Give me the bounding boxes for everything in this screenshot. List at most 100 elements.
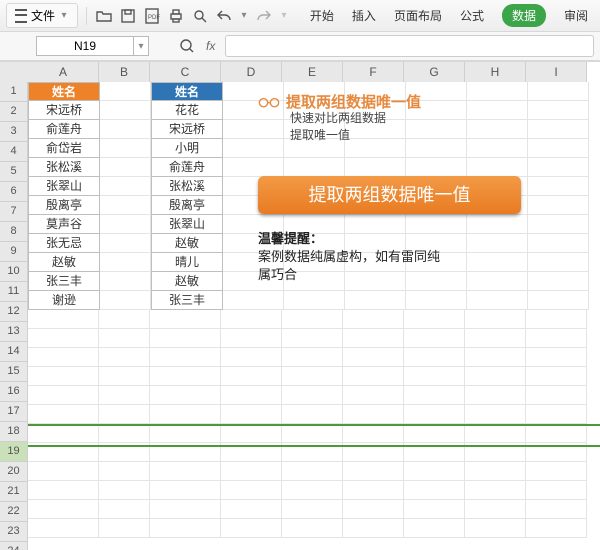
cell[interactable]: [467, 253, 528, 272]
cell[interactable]: [284, 177, 345, 196]
cell[interactable]: [150, 405, 221, 424]
column-header-B[interactable]: B: [99, 62, 150, 83]
cell[interactable]: [404, 386, 465, 405]
row-header[interactable]: 17: [0, 402, 28, 422]
cell[interactable]: [526, 348, 587, 367]
cell[interactable]: [406, 82, 467, 101]
cell[interactable]: [467, 234, 528, 253]
cell[interactable]: [100, 234, 151, 253]
cell[interactable]: [282, 462, 343, 481]
cell[interactable]: [404, 519, 465, 538]
cell[interactable]: [345, 101, 406, 120]
cell[interactable]: [528, 291, 589, 310]
cell[interactable]: [404, 424, 465, 443]
cell[interactable]: [150, 367, 221, 386]
undo-icon[interactable]: [215, 7, 233, 25]
column-header-I[interactable]: I: [526, 62, 587, 83]
cell[interactable]: [282, 367, 343, 386]
row-header[interactable]: 9: [0, 242, 28, 262]
cell[interactable]: [223, 120, 284, 139]
cell[interactable]: [284, 82, 345, 101]
cell[interactable]: [528, 101, 589, 120]
cell[interactable]: [99, 405, 150, 424]
cell[interactable]: 赵敏: [151, 234, 223, 253]
cell[interactable]: [343, 405, 404, 424]
cell[interactable]: [100, 82, 151, 101]
cell[interactable]: [150, 443, 221, 462]
cell[interactable]: [467, 101, 528, 120]
cell[interactable]: [221, 481, 282, 500]
tab-review[interactable]: 审阅: [564, 7, 588, 24]
cell[interactable]: [406, 158, 467, 177]
cell[interactable]: [528, 177, 589, 196]
cell[interactable]: [345, 272, 406, 291]
cell[interactable]: [404, 462, 465, 481]
row-header[interactable]: 4: [0, 142, 28, 162]
cell[interactable]: 张无忌: [28, 234, 100, 253]
cell[interactable]: 殷离亭: [28, 196, 100, 215]
cell[interactable]: [150, 348, 221, 367]
cell[interactable]: [223, 177, 284, 196]
cell[interactable]: 赵敏: [151, 272, 223, 291]
cell[interactable]: [99, 386, 150, 405]
pdf-icon[interactable]: PDF: [143, 7, 161, 25]
cell[interactable]: [223, 253, 284, 272]
cell[interactable]: [221, 462, 282, 481]
cell[interactable]: [150, 329, 221, 348]
column-header-E[interactable]: E: [282, 62, 343, 83]
column-header-D[interactable]: D: [221, 62, 282, 83]
cell[interactable]: [345, 120, 406, 139]
cell[interactable]: [28, 386, 99, 405]
cell[interactable]: [345, 82, 406, 101]
cell[interactable]: [223, 139, 284, 158]
cell[interactable]: [284, 139, 345, 158]
cell[interactable]: [223, 291, 284, 310]
cell[interactable]: [282, 405, 343, 424]
cell[interactable]: [526, 481, 587, 500]
cell[interactable]: [528, 82, 589, 101]
cell[interactable]: [28, 367, 99, 386]
cell[interactable]: [528, 234, 589, 253]
cell[interactable]: [282, 329, 343, 348]
cell[interactable]: [465, 386, 526, 405]
cell[interactable]: [99, 348, 150, 367]
cell[interactable]: [100, 215, 151, 234]
cell[interactable]: [526, 424, 587, 443]
cell[interactable]: [284, 234, 345, 253]
cell[interactable]: [467, 120, 528, 139]
cell[interactable]: [465, 500, 526, 519]
tab-insert[interactable]: 插入: [352, 7, 376, 24]
cell[interactable]: [404, 443, 465, 462]
cell[interactable]: [223, 272, 284, 291]
cell[interactable]: [150, 462, 221, 481]
cell[interactable]: [284, 272, 345, 291]
cell[interactable]: [345, 139, 406, 158]
redo-icon[interactable]: [255, 7, 273, 25]
cell[interactable]: [221, 443, 282, 462]
file-menu-button[interactable]: 文件 ▾: [6, 3, 78, 28]
cell[interactable]: 张翠山: [28, 177, 100, 196]
cell[interactable]: [406, 196, 467, 215]
cell[interactable]: [526, 519, 587, 538]
cell[interactable]: [99, 443, 150, 462]
cell[interactable]: [465, 424, 526, 443]
select-all-corner[interactable]: [0, 62, 29, 83]
name-box-dropdown-icon[interactable]: ▾: [134, 36, 149, 56]
open-icon[interactable]: [95, 7, 113, 25]
cell[interactable]: 姓名: [28, 82, 100, 101]
cell[interactable]: [99, 462, 150, 481]
row-header[interactable]: 8: [0, 222, 28, 242]
cell[interactable]: 殷离亭: [151, 196, 223, 215]
cell[interactable]: [282, 424, 343, 443]
row-header[interactable]: 18: [0, 422, 28, 442]
cell[interactable]: [100, 291, 151, 310]
cell[interactable]: [343, 519, 404, 538]
cell[interactable]: [100, 101, 151, 120]
cell[interactable]: [343, 443, 404, 462]
cell[interactable]: [284, 253, 345, 272]
row-header[interactable]: 7: [0, 202, 28, 222]
cell[interactable]: [406, 253, 467, 272]
cell[interactable]: [406, 101, 467, 120]
cell[interactable]: 俞莲舟: [28, 120, 100, 139]
cell[interactable]: [28, 405, 99, 424]
